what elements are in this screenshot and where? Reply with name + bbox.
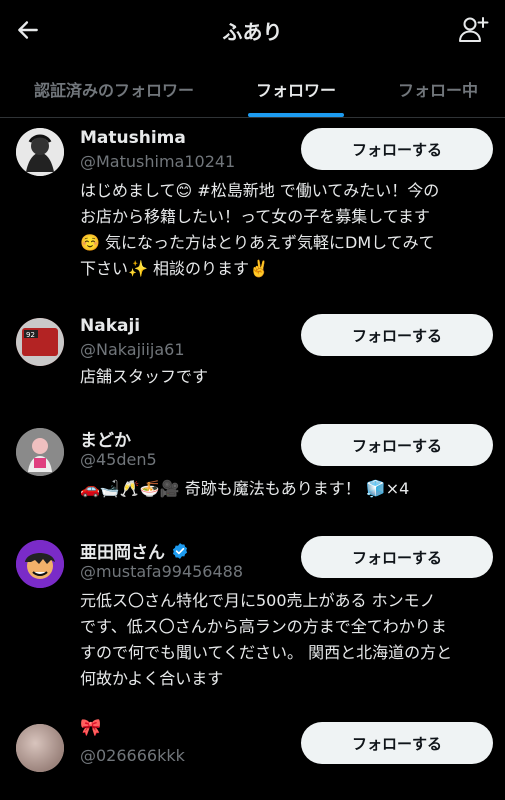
- avatar[interactable]: [16, 428, 64, 476]
- tab-bar: 認証済みのフォロワー フォロワー フォロー中: [0, 60, 505, 118]
- avatar[interactable]: [16, 540, 64, 588]
- user-name: Nakaji: [80, 316, 141, 336]
- user-bio: 店舗スタッフです: [80, 364, 495, 390]
- tab-verified-followers[interactable]: 認証済みのフォロワー: [14, 60, 214, 118]
- bio-line: 下さい✨ 相談のります✌️: [80, 259, 269, 278]
- user-bio: 元低ス〇さん特化で月に500売上がある ホンモノ です、低ス〇さんから高ランの方…: [80, 588, 495, 692]
- user-name-text: 亜田岡さん: [80, 543, 165, 563]
- list-item[interactable]: 🎀 @026666kkk フォローする: [0, 716, 505, 800]
- list-item[interactable]: Matushima @Matushima10241 フォローする はじめまして😊…: [0, 118, 505, 298]
- follow-button[interactable]: フォローする: [301, 536, 493, 578]
- avatar[interactable]: [16, 128, 64, 176]
- avatar[interactable]: [16, 724, 64, 772]
- user-name: 亜田岡さん: [80, 538, 189, 563]
- bio-line: 店舗スタッフです: [80, 367, 209, 386]
- bio-line: はじめまして😊 #松島新地 で働いてみたい！今の: [80, 181, 440, 200]
- user-name: まどか: [80, 431, 131, 451]
- add-user-button[interactable]: [455, 12, 491, 48]
- tab-followers[interactable]: フォロワー: [236, 60, 356, 118]
- bio-line: です、低ス〇さんから高ランの方まで全てわかりま: [80, 617, 447, 636]
- bio-line: 🚗🛁🥂🍜🎥 奇跡も魔法もあります！ 🧊×4: [80, 479, 410, 498]
- user-handle: @mustafa99456488: [80, 562, 244, 581]
- user-handle: @Matushima10241: [80, 152, 236, 171]
- bio-line: お店から移籍したい！って女の子を募集してます: [80, 207, 430, 226]
- bio-line: すので何でも聞いてください。 関西と北海道の方と: [80, 643, 453, 662]
- tab-following[interactable]: フォロー中: [378, 60, 498, 118]
- bio-line: 元低ス〇さん特化で月に500売上がある ホンモノ: [80, 591, 436, 610]
- follow-button[interactable]: フォローする: [301, 128, 493, 170]
- user-handle: @45den5: [80, 450, 157, 469]
- follow-button[interactable]: フォローする: [301, 722, 493, 764]
- list-item[interactable]: 亜田岡さん @mustafa99456488 フォローする 元低ス〇さん特化で月…: [0, 530, 505, 706]
- follow-button[interactable]: フォローする: [301, 314, 493, 356]
- add-user-icon: [459, 17, 489, 42]
- follow-button[interactable]: フォローする: [301, 424, 493, 466]
- active-tab-indicator: [248, 113, 344, 117]
- page-title: ふあり: [222, 20, 283, 44]
- user-bio: 🚗🛁🥂🍜🎥 奇跡も魔法もあります！ 🧊×4: [80, 476, 495, 502]
- bio-line: 何故かよく合います: [80, 669, 224, 688]
- top-app-bar: ふあり: [0, 0, 505, 60]
- list-item[interactable]: 92 Nakaji @Nakajiija61 フォローする 店舗スタッフです: [0, 308, 505, 408]
- avatar[interactable]: 92: [16, 318, 64, 366]
- user-bio: はじめまして😊 #松島新地 で働いてみたい！今の お店から移籍したい！って女の子…: [80, 178, 495, 282]
- svg-text:92: 92: [26, 331, 35, 339]
- user-name: 🎀: [80, 718, 102, 738]
- verified-badge-icon: [172, 542, 188, 559]
- bio-line: ☺️ 気になった方はとりあえず気軽にDMしてみて: [80, 233, 435, 252]
- user-name: Matushima: [80, 128, 186, 148]
- user-handle: @Nakajiija61: [80, 340, 185, 359]
- user-handle: @026666kkk: [80, 746, 185, 765]
- list-item[interactable]: まどか @45den5 フォローする 🚗🛁🥂🍜🎥 奇跡も魔法もあります！ 🧊×4: [0, 418, 505, 522]
